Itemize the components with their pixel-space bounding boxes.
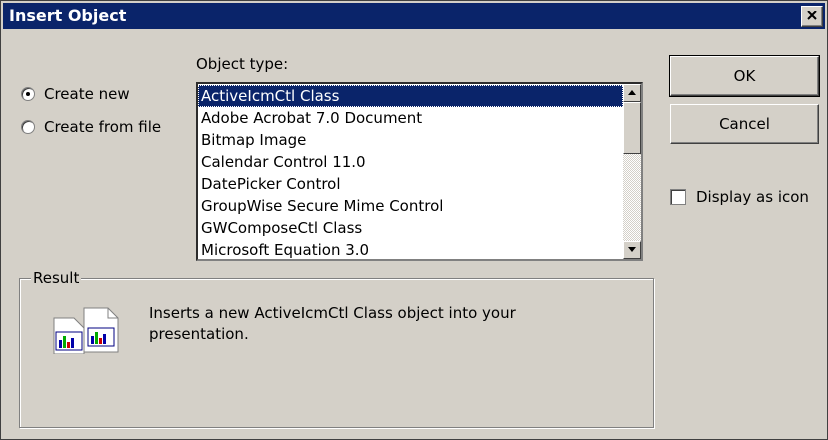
close-icon: [807, 11, 817, 20]
scroll-up-icon: [628, 90, 636, 95]
ok-button[interactable]: OK: [669, 55, 820, 97]
create-new-option[interactable]: Create new: [21, 83, 130, 105]
list-item[interactable]: Bitmap Image: [198, 129, 623, 151]
object-type-list[interactable]: ActiveIcmCtl Class Adobe Acrobat 7.0 Doc…: [196, 82, 643, 261]
list-item[interactable]: DatePicker Control: [198, 173, 623, 195]
result-label: Result: [31, 269, 82, 287]
list-item[interactable]: Microsoft Equation 3.0: [198, 239, 623, 259]
create-from-file-label: Create from file: [44, 118, 162, 136]
list-item[interactable]: ActiveIcmCtl Class: [198, 85, 623, 107]
create-from-file-radio[interactable]: [21, 120, 35, 134]
create-from-file-option[interactable]: Create from file: [21, 116, 161, 138]
scroll-down-icon: [628, 247, 636, 252]
result-description: Inserts a new ActiveIcmCtl Class object …: [149, 304, 516, 343]
scroll-thumb[interactable]: [623, 102, 641, 154]
list-item[interactable]: GroupWise Secure Mime Control: [198, 195, 623, 217]
title-bar[interactable]: Insert Object: [3, 3, 825, 29]
create-new-label: Create new: [44, 85, 130, 103]
display-as-icon-option[interactable]: Display as icon: [670, 188, 809, 206]
close-button[interactable]: [801, 6, 823, 27]
object-type-label: Object type:: [196, 55, 289, 73]
list-item[interactable]: Adobe Acrobat 7.0 Document: [198, 107, 623, 129]
scroll-down-button[interactable]: [623, 241, 641, 259]
display-as-icon-label: Display as icon: [696, 188, 809, 206]
list-item[interactable]: Calendar Control 11.0: [198, 151, 623, 173]
insert-object-dialog: Insert Object Create new Create from fil…: [0, 0, 828, 440]
object-icon: [53, 307, 119, 354]
dialog-title: Insert Object: [9, 6, 127, 25]
create-new-radio[interactable]: [21, 87, 35, 101]
radio-selected-dot: [26, 92, 30, 96]
list-item[interactable]: GWComposeCtl Class: [198, 217, 623, 239]
display-as-icon-checkbox[interactable]: [670, 189, 686, 205]
scroll-up-button[interactable]: [623, 84, 641, 102]
object-type-items: ActiveIcmCtl Class Adobe Acrobat 7.0 Doc…: [198, 85, 623, 259]
list-scrollbar[interactable]: [623, 84, 641, 259]
cancel-button[interactable]: Cancel: [670, 104, 819, 144]
